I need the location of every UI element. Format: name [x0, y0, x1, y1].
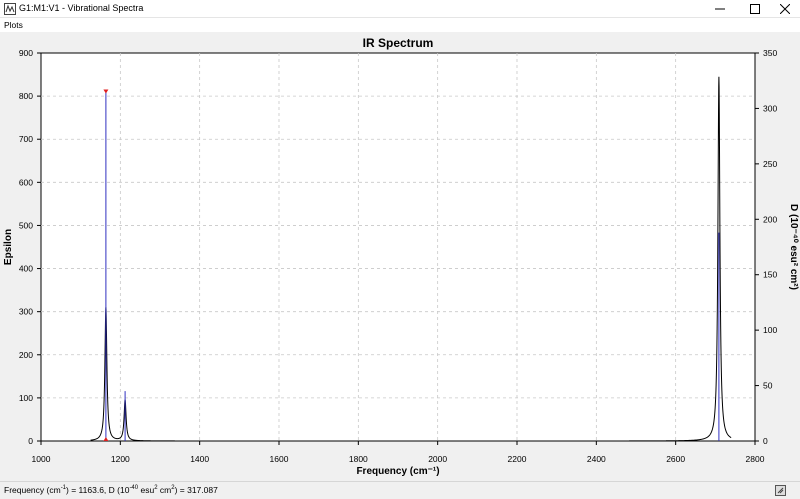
window-titlebar: G1:M1:V1 - Vibrational Spectra [0, 0, 800, 18]
x-tick-label: 1000 [32, 454, 51, 464]
y-left-tick-label: 200 [19, 350, 33, 360]
y-right-tick-label: 350 [763, 48, 777, 58]
status-readout: Frequency (cm-1) = 1163.6, D (10-40 esu2… [4, 485, 218, 495]
y-right-tick-label: 50 [763, 381, 773, 391]
chart-title: IR Spectrum [363, 36, 434, 50]
plot-frame: 1000 1200 1400 1600 1800 2000 2200 2400 2600 2800… [0, 32, 800, 481]
x-tick-label: 2000 [428, 454, 447, 464]
y-left-tick-label: 0 [28, 436, 33, 446]
x-tick-label: 2400 [587, 454, 606, 464]
x-tick-label: 1400 [190, 454, 209, 464]
x-tick-label: 2200 [508, 454, 527, 464]
y-left-tick-label: 300 [19, 307, 33, 317]
x-tick-label: 1200 [111, 454, 130, 464]
x-tick-label: 1800 [349, 454, 368, 464]
y-left-tick-label: 500 [19, 220, 33, 230]
y-right-tick-label: 0 [763, 436, 768, 446]
y-right-tick-label: 300 [763, 103, 777, 113]
maximize-button[interactable] [740, 0, 770, 18]
app-icon [4, 3, 16, 15]
x-tick-label: 2800 [746, 454, 765, 464]
ir-spectrum-chart[interactable]: 1000 1200 1400 1600 1800 2000 2200 2400 2600 2800… [0, 32, 800, 481]
minimize-icon [715, 8, 725, 10]
window-title: G1:M1:V1 - Vibrational Spectra [19, 3, 144, 13]
x-tick-label: 2600 [666, 454, 685, 464]
resize-grip-icon[interactable] [775, 485, 786, 496]
x-tick-label: 1600 [270, 454, 289, 464]
menu-bar: Plots [0, 18, 800, 32]
close-icon [780, 4, 790, 14]
x-axis-label: Frequency (cm⁻¹) [356, 466, 439, 477]
close-button[interactable] [770, 0, 800, 18]
y-right-tick-label: 250 [763, 159, 777, 169]
y-left-axis-label: Epsilon [3, 229, 14, 265]
y-left-tick-label: 800 [19, 91, 33, 101]
y-left-tick-label: 100 [19, 393, 33, 403]
status-bar: Frequency (cm-1) = 1163.6, D (10-40 esu2… [0, 481, 800, 499]
y-left-tick-label: 900 [19, 48, 33, 58]
y-right-tick-label: 150 [763, 270, 777, 280]
y-left-tick-label: 700 [19, 134, 33, 144]
y-right-tick-label: 200 [763, 214, 777, 224]
y-left-tick-label: 400 [19, 264, 33, 274]
y-right-tick-label: 100 [763, 325, 777, 335]
minimize-button[interactable] [705, 0, 735, 18]
y-left-tick-label: 600 [19, 177, 33, 187]
menu-plots[interactable]: Plots [4, 20, 23, 30]
maximize-icon [750, 4, 760, 14]
plot-background [40, 52, 756, 442]
y-right-axis-label: D (10⁻⁴⁰ esu² cm²) [788, 204, 799, 290]
